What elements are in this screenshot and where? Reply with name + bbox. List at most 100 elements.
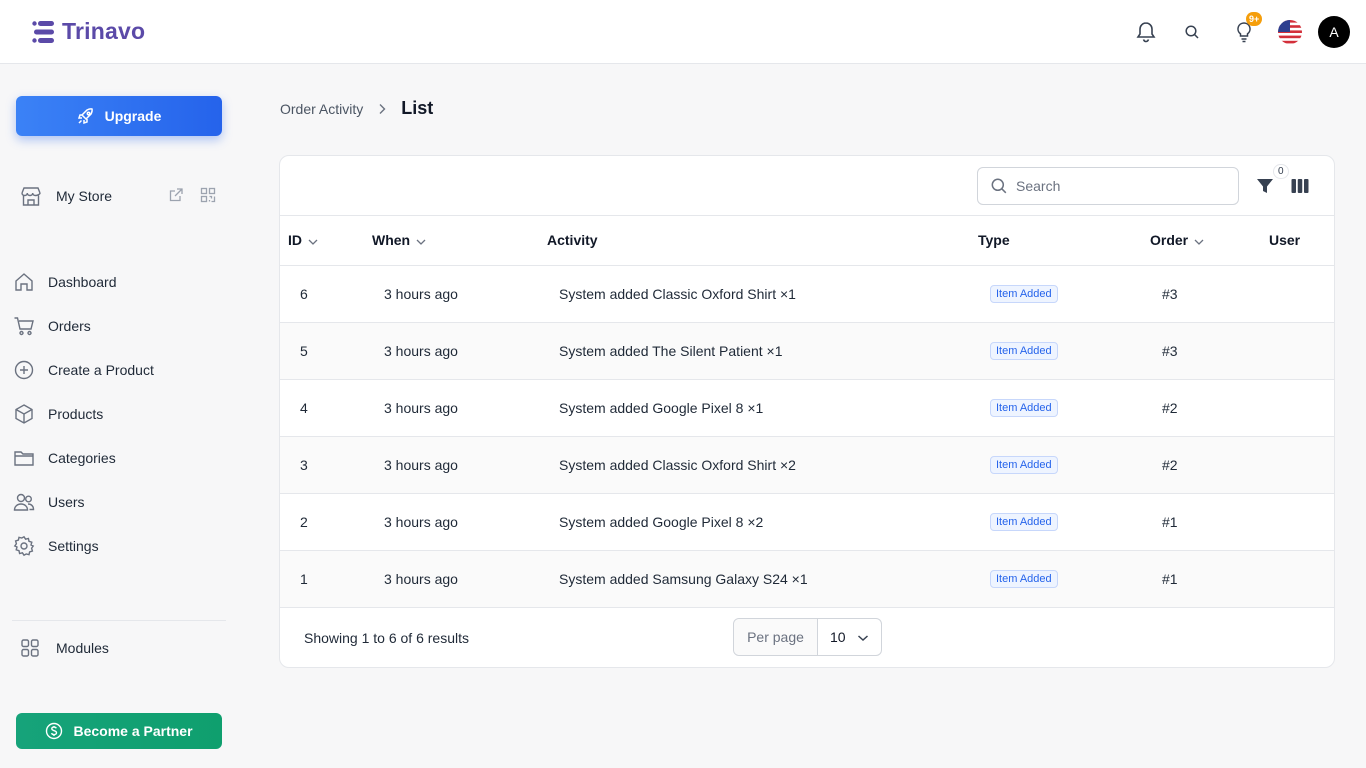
type-badge: Item Added: [990, 513, 1058, 531]
store-row[interactable]: My Store: [20, 184, 220, 208]
sidebar-item-label: Modules: [56, 640, 109, 656]
brand-name: Trinavo: [62, 18, 146, 44]
rocket-icon: [77, 108, 93, 125]
gear-icon: [12, 534, 36, 558]
modules-grid-icon: [21, 639, 39, 657]
sidebar-item-label: Categories: [48, 450, 116, 466]
upgrade-button[interactable]: Upgrade: [16, 96, 222, 136]
cell-when: 3 hours ago: [364, 265, 539, 323]
sidebar-item-dashboard[interactable]: Dashboard: [12, 260, 228, 304]
search-box[interactable]: [977, 167, 1239, 205]
cell-type: Item Added: [970, 322, 1142, 380]
cell-type: Item Added: [970, 265, 1142, 323]
box-icon: [12, 402, 36, 426]
results-summary: Showing 1 to 6 of 6 results: [304, 630, 469, 646]
cell-activity: System added Google Pixel 8 ×2: [539, 493, 970, 551]
sidebar-item-label: Orders: [48, 318, 91, 334]
table-row[interactable]: 1 3 hours ago System added Samsung Galax…: [280, 550, 1334, 608]
sidebar-item-create-product[interactable]: Create a Product: [12, 348, 228, 392]
table-toolbar: 0: [280, 156, 1334, 216]
user-avatar[interactable]: A: [1318, 16, 1350, 48]
tips-button[interactable]: 9+: [1228, 12, 1263, 48]
cell-id: 5: [280, 322, 364, 380]
chevron-down-icon: [1194, 233, 1204, 249]
partner-label: Become a Partner: [73, 723, 193, 739]
us-flag-icon: [1278, 20, 1302, 44]
cell-when: 3 hours ago: [364, 550, 539, 608]
column-header-label: Activity: [547, 232, 598, 249]
column-header-label: ID: [288, 231, 302, 248]
sidebar-item-orders[interactable]: Orders: [12, 304, 228, 348]
table-row[interactable]: 6 3 hours ago System added Classic Oxfor…: [280, 265, 1334, 323]
cell-when: 3 hours ago: [364, 379, 539, 437]
search-button[interactable]: [1176, 16, 1208, 48]
column-header-label: User: [1269, 232, 1301, 249]
bell-icon: [1136, 22, 1156, 43]
cell-user: [1261, 322, 1334, 380]
per-page-control: Per page 10: [733, 618, 882, 656]
cell-activity: System added Classic Oxford Shirt ×2: [539, 436, 970, 494]
cell-order: #2: [1142, 379, 1261, 437]
notification-count-badge: 9+: [1246, 12, 1263, 26]
chevron-right-icon: [377, 103, 387, 115]
column-header-id[interactable]: ID: [280, 216, 364, 266]
per-page-value: 10: [830, 629, 846, 645]
type-badge: Item Added: [990, 399, 1058, 417]
dollar-circle-icon: [46, 722, 63, 740]
cell-id: 6: [280, 265, 364, 323]
table-footer: Showing 1 to 6 of 6 results Per page 10: [280, 608, 1334, 667]
chevron-down-icon: [308, 233, 318, 249]
type-badge: Item Added: [990, 285, 1058, 303]
table-row[interactable]: 2 3 hours ago System added Google Pixel …: [280, 493, 1334, 551]
become-partner-button[interactable]: Become a Partner: [16, 713, 222, 749]
cart-icon: [12, 314, 36, 338]
store-actions: [168, 187, 216, 203]
cell-order: #1: [1142, 550, 1261, 608]
cell-when: 3 hours ago: [364, 436, 539, 494]
cell-activity: System added The Silent Patient ×1: [539, 322, 970, 380]
external-link-icon[interactable]: [168, 187, 184, 203]
notifications-button[interactable]: [1130, 16, 1162, 48]
sidebar-item-users[interactable]: Users: [12, 480, 228, 524]
cell-id: 2: [280, 493, 364, 551]
cell-user: [1261, 436, 1334, 494]
column-header-when[interactable]: When: [364, 216, 539, 266]
search-icon: [991, 178, 1007, 194]
folder-icon: [12, 446, 36, 470]
cell-type: Item Added: [970, 550, 1142, 608]
cell-when: 3 hours ago: [364, 322, 539, 380]
columns-icon[interactable]: [1290, 176, 1310, 196]
brand-logo[interactable]: Trinavo: [32, 18, 145, 45]
filter-icon[interactable]: [1255, 176, 1275, 196]
chevron-down-icon: [857, 629, 869, 645]
cell-activity: System added Samsung Galaxy S24 ×1: [539, 550, 970, 608]
cell-order: #3: [1142, 322, 1261, 380]
column-header-label: Type: [978, 232, 1010, 249]
sidebar-item-categories[interactable]: Categories: [12, 436, 228, 480]
type-badge: Item Added: [990, 456, 1058, 474]
cell-type: Item Added: [970, 436, 1142, 494]
column-header-type: Type: [970, 216, 1142, 266]
sidebar-item-label: Dashboard: [48, 274, 117, 290]
store-icon: [21, 187, 41, 206]
table-row[interactable]: 5 3 hours ago System added The Silent Pa…: [280, 322, 1334, 380]
sidebar-item-settings[interactable]: Settings: [12, 524, 228, 568]
cell-id: 4: [280, 379, 364, 437]
table-row[interactable]: 4 3 hours ago System added Google Pixel …: [280, 379, 1334, 437]
cell-activity: System added Classic Oxford Shirt ×1: [539, 265, 970, 323]
per-page-select[interactable]: 10: [818, 619, 881, 655]
column-header-order[interactable]: Order: [1142, 216, 1261, 266]
sidebar-item-label: Users: [48, 494, 85, 510]
search-input[interactable]: [1016, 178, 1216, 194]
cell-id: 1: [280, 550, 364, 608]
table-row[interactable]: 3 3 hours ago System added Classic Oxfor…: [280, 436, 1334, 494]
upgrade-label: Upgrade: [104, 108, 162, 124]
sidebar-item-label: Create a Product: [48, 362, 154, 378]
qr-code-icon[interactable]: [200, 187, 216, 203]
breadcrumb-parent-link[interactable]: Order Activity: [280, 101, 363, 117]
sidebar-item-products[interactable]: Products: [12, 392, 228, 436]
sidebar-item-modules[interactable]: Modules: [20, 638, 109, 658]
column-header-label: Order: [1150, 231, 1189, 248]
language-switcher[interactable]: [1274, 16, 1306, 48]
store-label: My Store: [56, 188, 113, 204]
